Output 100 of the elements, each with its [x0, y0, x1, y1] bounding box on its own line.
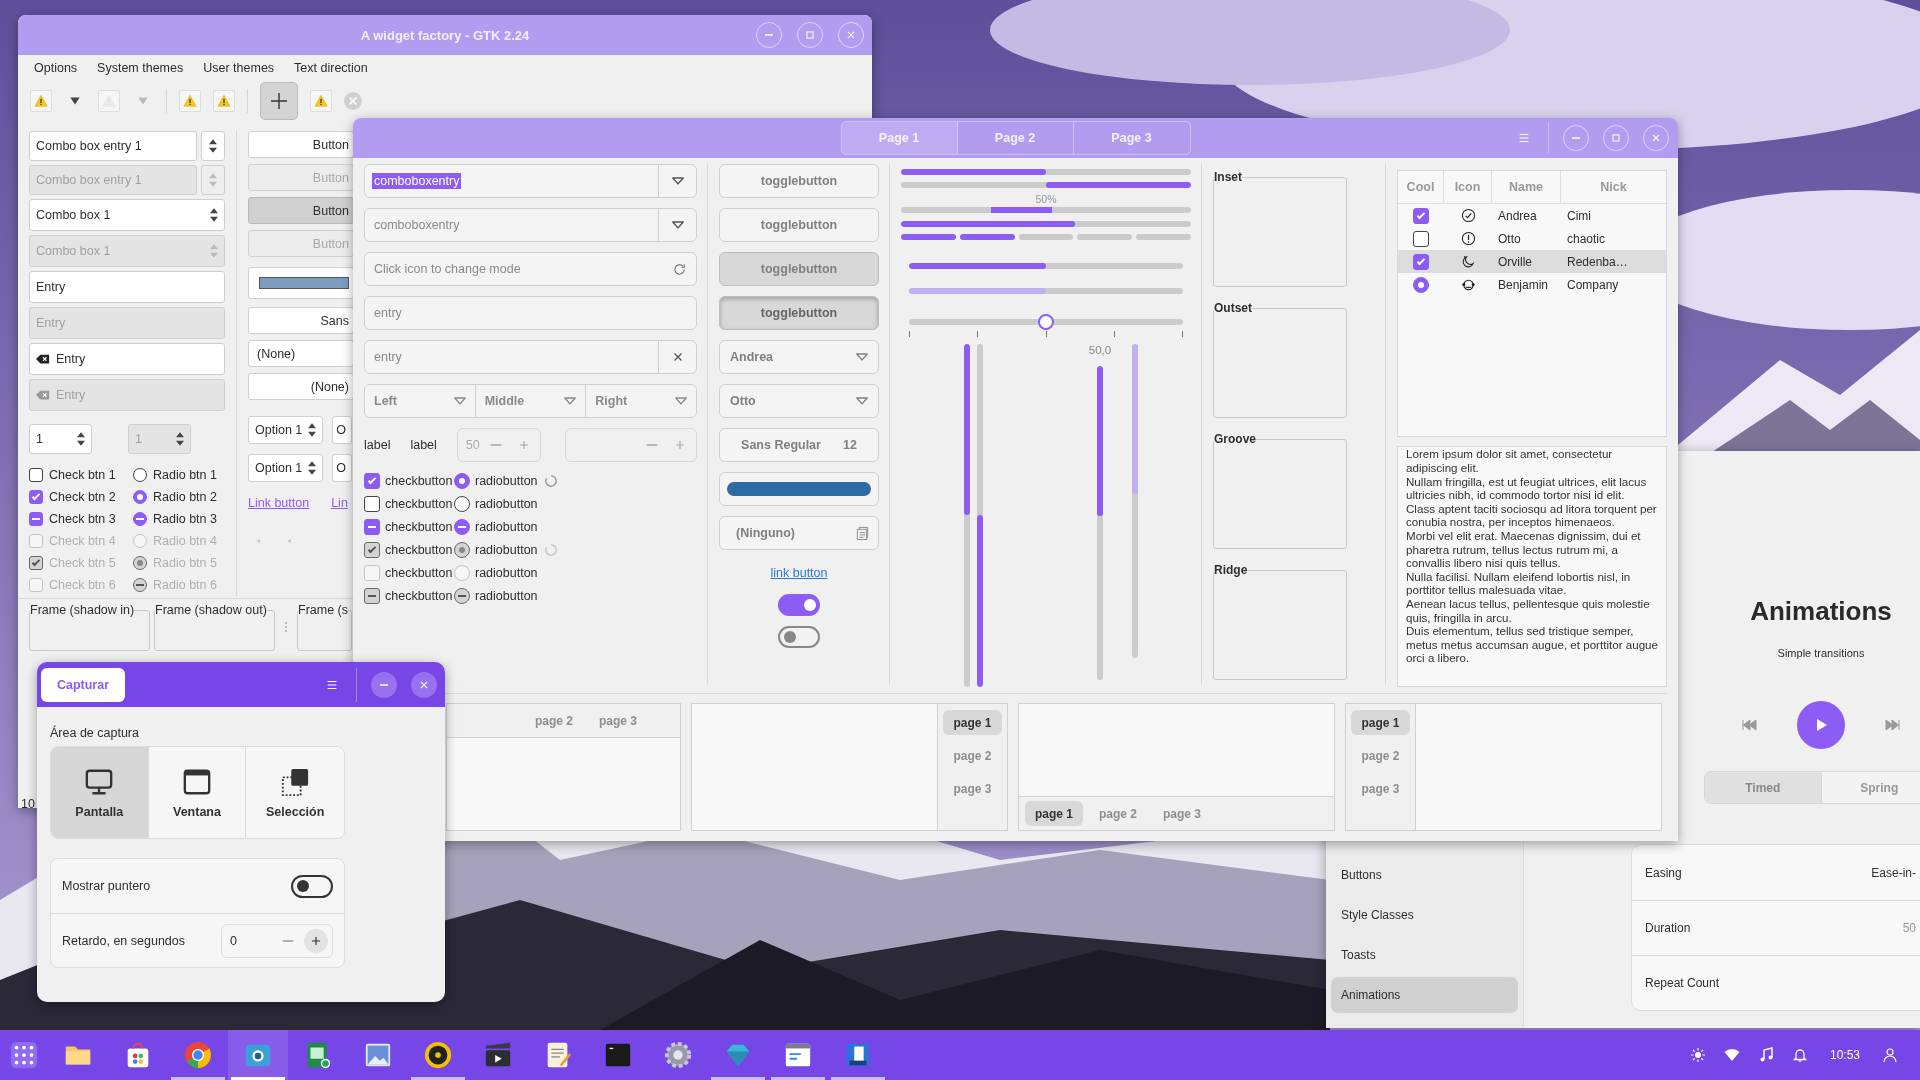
slider-thumb[interactable] [1038, 313, 1054, 330]
menu-item[interactable]: User themes [195, 58, 283, 78]
close-button[interactable] [411, 671, 437, 698]
switch[interactable] [778, 626, 820, 648]
combo-entry-field[interactable]: Combo box entry 1 [29, 131, 197, 161]
vertical-slider[interactable] [964, 343, 970, 687]
user-icon[interactable] [1882, 1047, 1898, 1063]
combo-box[interactable]: Otto [719, 384, 879, 418]
tab[interactable]: page 2 [1351, 743, 1410, 768]
checkbox[interactable] [1413, 230, 1429, 247]
button[interactable]: Sans [248, 307, 354, 334]
table-row[interactable]: Otto chaotic [1398, 227, 1666, 250]
toolbar-button[interactable] [179, 90, 201, 112]
slider[interactable] [909, 313, 1183, 330]
table-row[interactable]: Benjamin Company [1398, 273, 1666, 296]
sidebar-item[interactable]: Animations [1331, 977, 1518, 1013]
mode-button[interactable]: Ventana [148, 747, 247, 838]
minimize-button[interactable] [371, 671, 397, 698]
color-button[interactable] [248, 267, 354, 299]
table-row[interactable]: Andrea Cimi [1398, 204, 1666, 227]
radio-button[interactable] [1413, 276, 1429, 293]
file-chooser-button[interactable]: (Ninguno) [719, 516, 879, 550]
tab[interactable]: page 2 [1089, 801, 1148, 826]
combo-box[interactable]: Right [586, 385, 696, 417]
vertical-slider[interactable] [1097, 365, 1103, 680]
button[interactable]: (None) [248, 373, 354, 400]
tab[interactable]: page 3 [1351, 776, 1410, 801]
tab[interactable]: page 3 [1153, 801, 1212, 826]
checkbox[interactable] [29, 512, 43, 526]
play-button[interactable] [1797, 701, 1845, 749]
toolbar-button[interactable] [213, 90, 235, 112]
checkbox[interactable] [1413, 207, 1429, 224]
sidebar-item[interactable]: Buttons [1331, 857, 1518, 893]
mode-button[interactable]: Selección [246, 747, 344, 838]
text-field[interactable]: Entry [29, 271, 225, 303]
combo-box[interactable]: Andrea [719, 340, 879, 374]
text-field[interactable]: entry [364, 296, 697, 330]
radio-button[interactable] [454, 472, 470, 489]
radio-button[interactable] [133, 512, 147, 526]
switch[interactable] [291, 874, 333, 898]
wifi-icon[interactable] [1723, 1047, 1740, 1063]
combo-box[interactable]: O [332, 454, 353, 482]
combo-box[interactable]: O [332, 416, 353, 444]
toolbar-button[interactable] [30, 90, 52, 112]
clock[interactable]: 10:53 [1829, 1048, 1860, 1062]
text-field[interactable]: Click icon to change mode [364, 252, 697, 286]
menu-item[interactable]: Options [26, 58, 86, 78]
checkbox[interactable] [364, 518, 380, 535]
tab[interactable]: page 1 [1351, 710, 1410, 735]
link[interactable]: Link button [248, 496, 310, 510]
button[interactable]: Button [248, 131, 354, 158]
tab[interactable]: Page 2 [957, 122, 1074, 154]
radio-button[interactable] [133, 468, 147, 482]
increment-button[interactable] [304, 928, 328, 953]
disc-icon[interactable] [423, 1040, 453, 1070]
gear-icon[interactable] [663, 1040, 693, 1070]
tab[interactable]: page 1 [1025, 801, 1083, 826]
slider[interactable] [909, 262, 1183, 269]
spin-field[interactable]: 0 [221, 923, 333, 958]
capture-button[interactable]: Capturar [41, 667, 125, 702]
radio-button[interactable] [454, 518, 470, 535]
mode-button[interactable]: Pantalla [51, 747, 149, 838]
tab[interactable]: page 1 [943, 710, 1002, 735]
brightness-icon[interactable] [1689, 1047, 1706, 1063]
menu-item[interactable]: Text direction [286, 58, 376, 78]
add-button[interactable] [260, 82, 298, 120]
table-row[interactable]: Orville Redenba… [1398, 250, 1666, 273]
toggle-button[interactable]: togglebutton [719, 208, 879, 242]
app-grid-icon[interactable] [9, 1040, 39, 1070]
checkbox[interactable] [364, 495, 380, 512]
radio-button[interactable] [133, 490, 147, 504]
toggle-button[interactable]: Timed [1705, 772, 1822, 803]
bell-icon[interactable] [1791, 1047, 1808, 1063]
spin-arrows-button[interactable] [201, 131, 225, 161]
toggle-button[interactable]: togglebutton [719, 164, 879, 198]
combo-box[interactable]: Option 1 [248, 416, 324, 444]
vertical-slider[interactable] [1132, 343, 1138, 658]
button[interactable]: Button [248, 197, 354, 224]
combo-box[interactable]: Option 1 [248, 454, 324, 482]
sidebar-item[interactable]: Style Classes [1331, 897, 1518, 933]
checkbox[interactable] [364, 472, 380, 489]
spin-field[interactable]: 1 [29, 424, 92, 454]
checkbox[interactable] [29, 468, 43, 482]
toggle-button[interactable]: togglebutton [719, 252, 879, 286]
switch[interactable] [778, 594, 820, 616]
radio-button[interactable] [454, 495, 470, 512]
tab[interactable]: page 2 [525, 708, 583, 733]
color-button[interactable] [719, 472, 879, 506]
toggle-button[interactable]: togglebutton [719, 296, 879, 330]
ring-icon[interactable] [183, 1040, 213, 1070]
text-field[interactable]: entry [364, 340, 697, 374]
combo-box[interactable]: (None) [248, 340, 354, 367]
tab[interactable]: Page 3 [1073, 122, 1190, 154]
toolbar-button[interactable] [310, 90, 332, 112]
text-field[interactable]: Entry [29, 343, 225, 375]
font-button[interactable]: Sans Regular 12 [719, 428, 879, 462]
tab[interactable]: page 3 [589, 708, 648, 733]
music-note-icon[interactable] [1757, 1047, 1774, 1063]
combo-box[interactable]: Combo box 1 [29, 199, 225, 231]
vertical-slider[interactable] [977, 343, 983, 687]
